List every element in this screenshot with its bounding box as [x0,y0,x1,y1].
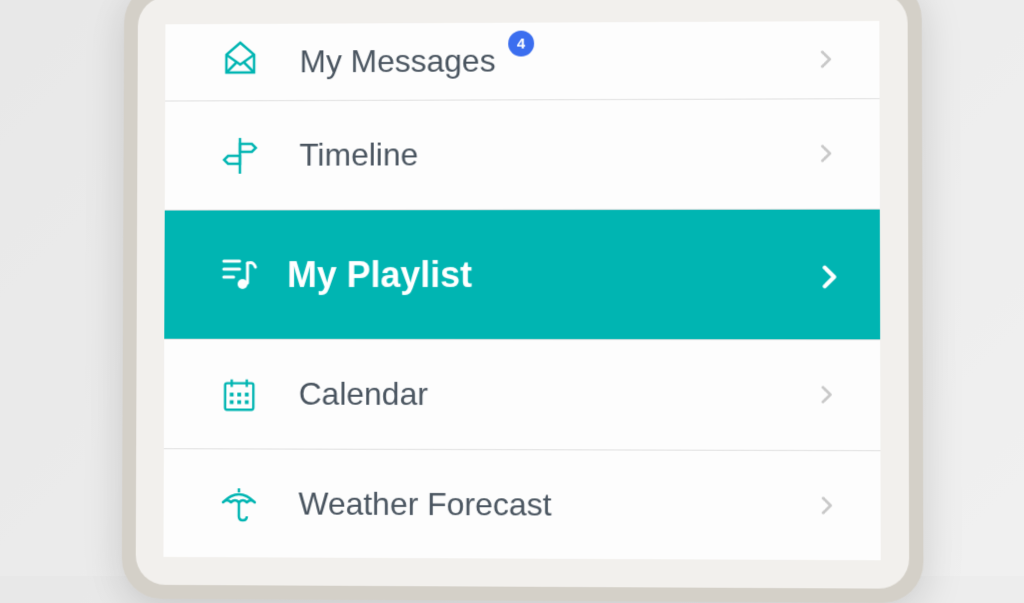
menu-item-playlist[interactable]: My Playlist [164,210,880,341]
device-bezel: My Messages 4 [136,0,910,589]
menu-item-label: Calendar [299,376,816,414]
chevron-right-icon [815,48,839,72]
menu-item-messages[interactable]: My Messages 4 [165,21,879,102]
badge: 4 [508,31,534,57]
chevron-right-icon [816,383,840,407]
menu-item-timeline[interactable]: Timeline [165,99,880,210]
menu-list: My Messages 4 [163,21,880,560]
envelope-icon [216,38,264,86]
music-list-icon [216,251,264,299]
chevron-right-icon [815,262,839,286]
menu-item-weather[interactable]: Weather Forecast [163,449,880,560]
signpost-icon [216,131,264,179]
umbrella-icon [215,480,263,528]
chevron-right-icon [815,142,839,166]
screen: My Messages 4 [163,21,880,560]
calendar-icon [215,370,263,418]
menu-item-label: My Messages 4 [300,41,815,80]
menu-item-label: Timeline [299,135,815,173]
device-frame: My Messages 4 [122,0,924,603]
menu-item-label: My Playlist [287,253,815,295]
menu-item-calendar[interactable]: Calendar [164,340,881,452]
chevron-right-icon [816,494,840,518]
menu-item-label: Weather Forecast [298,486,815,525]
